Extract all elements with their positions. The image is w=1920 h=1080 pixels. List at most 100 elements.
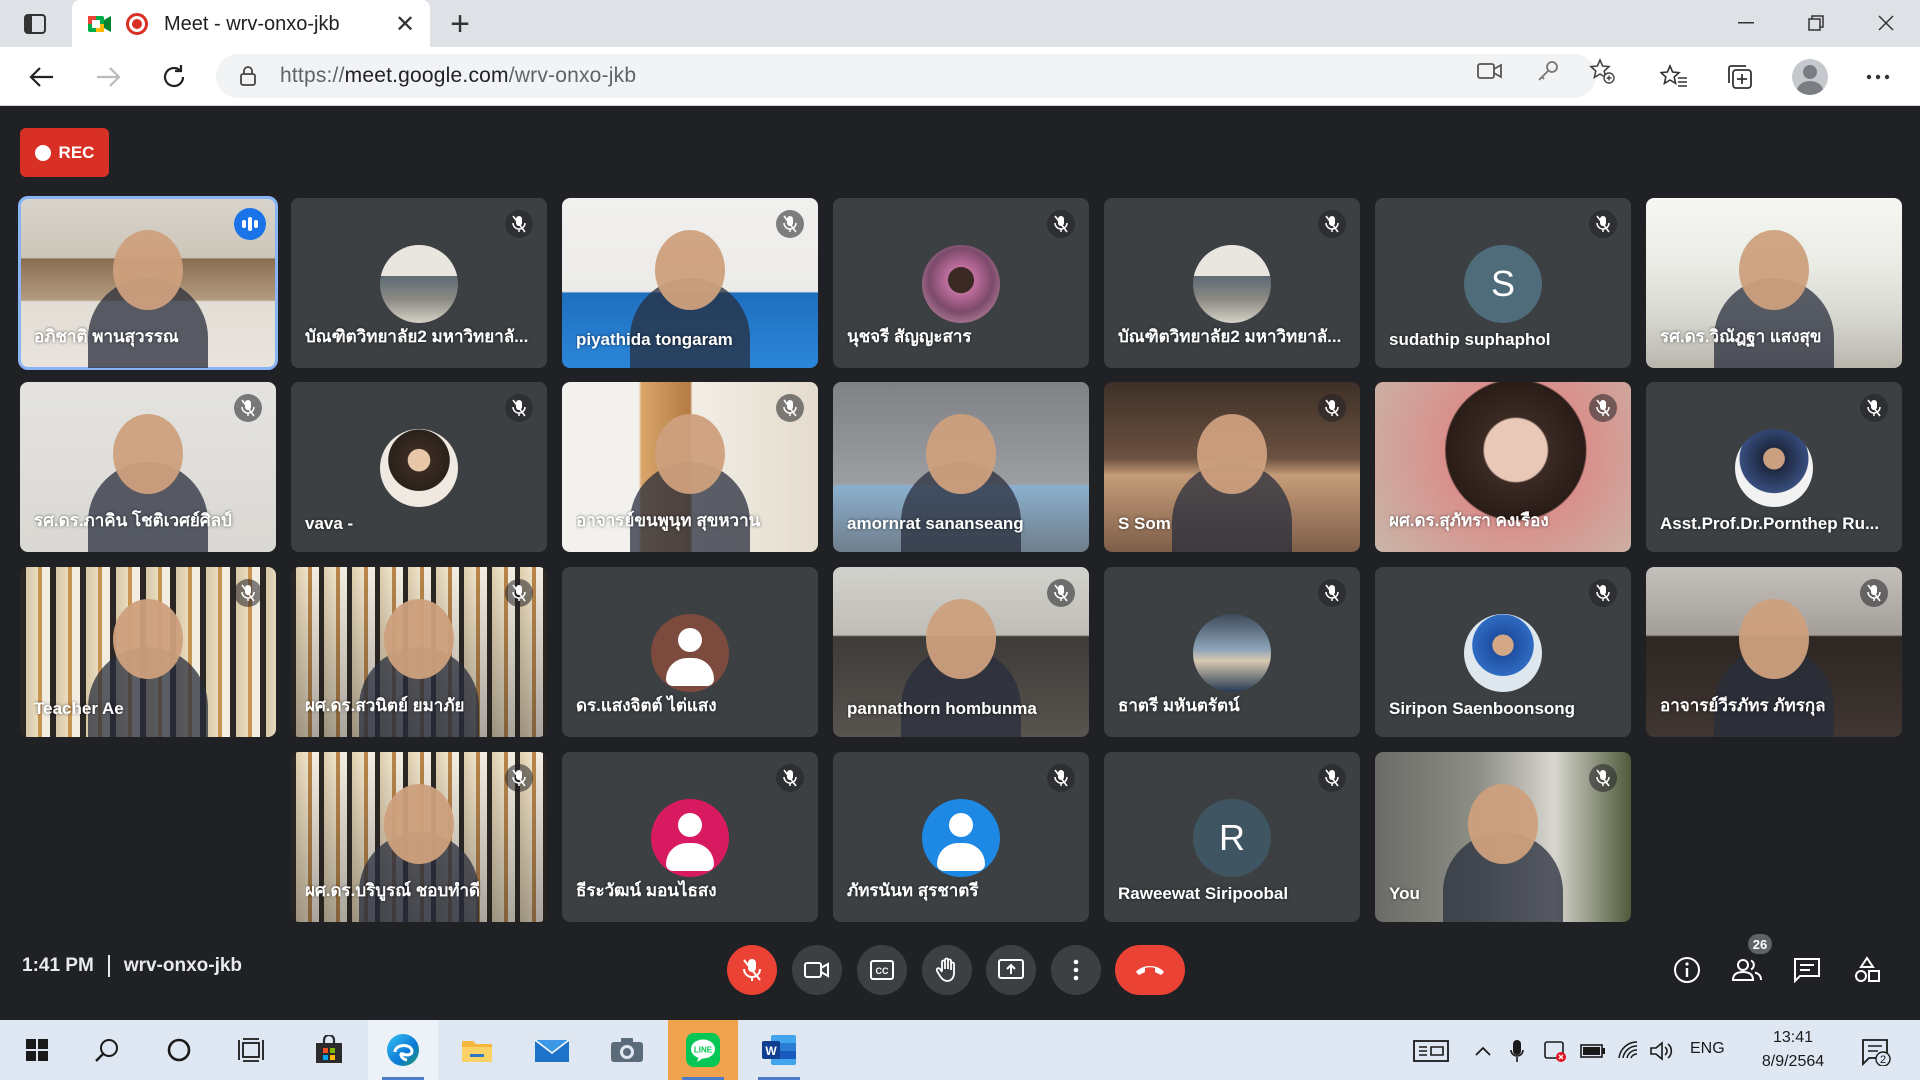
- microphone-toggle-button[interactable]: [727, 945, 777, 995]
- mic-off-icon: [1047, 764, 1075, 792]
- lock-icon[interactable]: [236, 64, 260, 88]
- participant-avatar: R: [1193, 799, 1271, 877]
- windows-taskbar: LINE W ENG 13:41 8/9/2564 2: [0, 1020, 1920, 1080]
- cortana-icon[interactable]: [144, 1020, 214, 1080]
- participant-tile[interactable]: pannathorn hombunma: [833, 567, 1089, 737]
- tab-actions-icon[interactable]: [20, 10, 50, 38]
- participant-tile[interactable]: S Som: [1104, 382, 1360, 552]
- svg-text:CC: CC: [876, 966, 889, 976]
- meeting-info: 1:41 PM wrv-onxo-jkb: [22, 955, 242, 977]
- line-app-icon[interactable]: LINE: [668, 1020, 738, 1080]
- raise-hand-button[interactable]: [922, 945, 972, 995]
- participant-tile[interactable]: อภิชาติ พานสุวรรณ: [18, 196, 278, 370]
- camera-toggle-button[interactable]: [792, 945, 842, 995]
- browser-tab[interactable]: Meet - wrv-onxo-jkb ✕: [72, 0, 430, 48]
- recording-indicator-icon: [126, 13, 148, 35]
- favorites-icon[interactable]: [1658, 61, 1690, 93]
- participant-tile[interactable]: อาจารย์ขนพูนุท สุขหวาน: [562, 382, 818, 552]
- back-icon[interactable]: [22, 57, 62, 97]
- participant-tile[interactable]: R Raweewat Siripoobal: [1104, 752, 1360, 922]
- news-widget-icon[interactable]: [1412, 1038, 1450, 1064]
- participant-tile[interactable]: vava -: [291, 382, 547, 552]
- svg-text:W: W: [765, 1044, 777, 1058]
- minimize-button[interactable]: [1716, 6, 1776, 40]
- participant-tile[interactable]: ผศ.ดร.สุภัทรา คงเรือง: [1375, 382, 1631, 552]
- microphone-tray-icon[interactable]: [1504, 1038, 1530, 1064]
- mic-off-icon: [1589, 579, 1617, 607]
- participant-tile[interactable]: ภัทรนันท สุรชาตรี: [833, 752, 1089, 922]
- tab-close-icon[interactable]: ✕: [390, 9, 420, 39]
- participant-tile[interactable]: นุชจรี สัญญะสาร: [833, 198, 1089, 368]
- system-clock[interactable]: 13:41 8/9/2564: [1748, 1026, 1838, 1074]
- participant-tile[interactable]: ธีระวัฒน์ มอนไธสง: [562, 752, 818, 922]
- default-person-avatar: [651, 614, 729, 692]
- search-icon[interactable]: [72, 1020, 142, 1080]
- meeting-details-icon[interactable]: [1670, 953, 1704, 987]
- participant-tile[interactable]: ธาตรี มหันตรัตน์: [1104, 567, 1360, 737]
- address-bar[interactable]: https://meet.google.com/wrv-onxo-jkb: [216, 54, 1596, 98]
- participant-tile[interactable]: Siripon Saenboonsong: [1375, 567, 1631, 737]
- participant-avatar: [380, 245, 458, 323]
- more-options-icon[interactable]: [1862, 61, 1894, 93]
- participant-name: piyathida tongaram: [576, 330, 733, 349]
- leave-call-button[interactable]: [1115, 945, 1185, 995]
- add-favorite-icon[interactable]: [1588, 57, 1616, 85]
- file-explorer-icon[interactable]: [442, 1020, 512, 1080]
- input-language-indicator[interactable]: ENG: [1690, 1040, 1725, 1058]
- forward-icon[interactable]: [88, 57, 128, 97]
- key-icon[interactable]: [1534, 57, 1562, 85]
- browser-toolbar: https://meet.google.com/wrv-onxo-jkb: [0, 47, 1920, 106]
- volume-icon[interactable]: [1648, 1038, 1674, 1064]
- mic-off-icon: [505, 579, 533, 607]
- url-text[interactable]: https://meet.google.com/wrv-onxo-jkb: [280, 64, 636, 88]
- participant-tile[interactable]: S sudathip suphaphol: [1375, 198, 1631, 368]
- participant-name: ผศ.ดร.สวนิตย์ ยมาภัย: [305, 696, 465, 715]
- divider: [107, 955, 110, 977]
- participant-tile[interactable]: amornrat sananseang: [833, 382, 1089, 552]
- profile-avatar[interactable]: [1792, 59, 1828, 95]
- wifi-icon[interactable]: [1616, 1038, 1642, 1064]
- mail-icon[interactable]: [517, 1020, 587, 1080]
- activities-icon[interactable]: [1850, 953, 1884, 987]
- more-options-button[interactable]: [1051, 945, 1101, 995]
- participant-tile[interactable]: piyathida tongaram: [562, 198, 818, 368]
- restore-button[interactable]: [1786, 6, 1846, 40]
- participant-tile[interactable]: ผศ.ดร.บริบูรณ์ ชอบทำดี: [291, 752, 547, 922]
- security-tray-icon[interactable]: [1542, 1038, 1568, 1064]
- captions-button[interactable]: CC: [857, 945, 907, 995]
- edge-browser-icon[interactable]: [368, 1020, 438, 1080]
- participant-tile[interactable]: Teacher Ae: [20, 567, 276, 737]
- store-icon[interactable]: [294, 1020, 364, 1080]
- new-tab-button[interactable]: +: [442, 5, 478, 43]
- participant-name: ภัทรนันท สุรชาตรี: [847, 881, 979, 900]
- participant-avatar: [380, 429, 458, 507]
- chat-icon[interactable]: [1790, 953, 1824, 987]
- windows-start-icon[interactable]: [2, 1020, 72, 1080]
- battery-icon[interactable]: [1580, 1038, 1606, 1064]
- word-app-icon[interactable]: W: [744, 1020, 814, 1080]
- participant-tile[interactable]: ผศ.ดร.สวนิตย์ ยมาภัย: [291, 567, 547, 737]
- participant-name: Siripon Saenboonsong: [1389, 699, 1576, 718]
- close-window-button[interactable]: [1856, 6, 1916, 40]
- participant-name: ดร.แสงจิตต์ ไต่แสง: [576, 696, 717, 715]
- camera-permission-icon[interactable]: [1476, 57, 1504, 85]
- notifications-icon[interactable]: 2: [1858, 1034, 1894, 1070]
- tab-title: Meet - wrv-onxo-jkb: [164, 12, 340, 35]
- participant-tile[interactable]: บัณฑิตวิทยาลัย2 มหาวิทยาลั...: [291, 198, 547, 368]
- tray-overflow-icon[interactable]: [1470, 1038, 1496, 1064]
- participant-tile[interactable]: ดร.แสงจิตต์ ไต่แสง: [562, 567, 818, 737]
- collections-icon[interactable]: [1724, 61, 1756, 93]
- refresh-icon[interactable]: [154, 57, 194, 97]
- participant-tile[interactable]: อาจารย์วีรภัทร ภัทรกุล: [1646, 567, 1902, 737]
- participant-name: รศ.ดร.วิณัฎฐา แสงสุข: [1660, 327, 1822, 346]
- self-view-tile[interactable]: You: [1375, 752, 1631, 922]
- people-icon[interactable]: [1730, 953, 1764, 987]
- present-screen-button[interactable]: [986, 945, 1036, 995]
- participant-tile[interactable]: รศ.ดร.วิณัฎฐา แสงสุข: [1646, 198, 1902, 368]
- participant-tile[interactable]: บัณฑิตวิทยาลัย2 มหาวิทยาลั...: [1104, 198, 1360, 368]
- participant-tile[interactable]: Asst.Prof.Dr.Pornthep Ru...: [1646, 382, 1902, 552]
- participant-name: sudathip suphaphol: [1389, 330, 1551, 349]
- participant-tile[interactable]: รศ.ดร.ภาคิน โชติเวศย์ศิลป์: [20, 382, 276, 552]
- task-view-icon[interactable]: [216, 1020, 286, 1080]
- camera-app-icon[interactable]: [592, 1020, 662, 1080]
